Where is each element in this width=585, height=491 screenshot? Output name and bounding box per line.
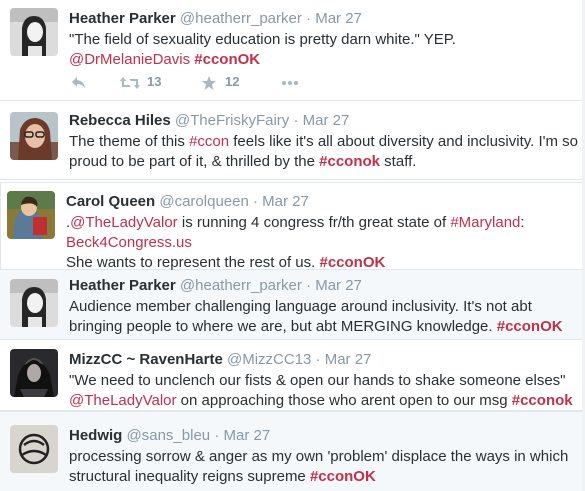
separator: · [315, 351, 321, 368]
mention-link[interactable]: @TheLadyValor [69, 392, 177, 409]
author-name[interactable]: Heather Parker [69, 10, 176, 27]
author-name[interactable]: Heather Parker [69, 277, 176, 294]
hashtag-link[interactable]: #cconok [512, 392, 573, 409]
star-icon [202, 76, 216, 90]
author-name[interactable]: Carol Queen [66, 193, 155, 210]
favorite-count: 12 [225, 74, 240, 89]
tweet-6[interactable]: Hedwig @sans_bleu · Mar 27 processing so… [0, 411, 585, 491]
tweet-5[interactable]: MizzCC ~ RavenHarte @MizzCC13 · Mar 27 "… [0, 340, 585, 411]
tweet-text: Audience member challenging language aro… [69, 297, 579, 337]
retweet-icon [120, 77, 140, 89]
author-name[interactable]: Rebecca Hiles [69, 112, 171, 129]
hashtag-link[interactable]: #cconOK [319, 254, 385, 271]
hashtag-link[interactable]: #Maryland [450, 214, 520, 231]
timestamp[interactable]: Mar 27 [325, 351, 372, 368]
tweet-text-segment: is running 4 congress fr/th great state … [177, 214, 451, 231]
hashtag-link[interactable]: #cconOK [310, 468, 376, 485]
tweet-text-segment: "We need to unclench our fists & open ou… [69, 372, 566, 389]
tweet-text-segment: She wants to represent the rest of us. [66, 254, 320, 271]
tweet-text-segment: "The field of sexuality education is pre… [69, 31, 456, 48]
tweet-text: "We need to unclench our fists & open ou… [69, 371, 579, 411]
tweet-text-segment: : [520, 214, 525, 231]
avatar-heather[interactable] [10, 8, 58, 56]
more-icon [282, 81, 298, 85]
author-handle[interactable]: @sans_bleu [127, 427, 211, 444]
timestamp[interactable]: Mar 27 [303, 112, 350, 129]
tweet-text: processing sorrow & anger as my own 'pro… [69, 447, 579, 487]
tweet-text: .@TheLadyValor is running 4 congress fr/… [66, 213, 578, 273]
avatar-carol[interactable] [7, 191, 55, 239]
author-handle[interactable]: @carolqueen [159, 193, 248, 210]
url-link[interactable]: Beck4Congress.us [66, 234, 192, 251]
tweet-text-segment: staff. [380, 153, 417, 170]
tweet-3[interactable]: Carol Queen @carolqueen · Mar 27 .@TheLa… [0, 182, 585, 273]
reply-icon [72, 77, 85, 88]
tweet-text-segment: on approaching those who arent open to o… [176, 392, 512, 409]
tweet-1[interactable]: Heather Parker @heatherr_parker · Mar 27… [0, 0, 585, 101]
avatar-rebecca[interactable] [10, 112, 58, 160]
separator: · [214, 427, 220, 444]
tweet-2[interactable]: Rebecca Hiles @TheFriskyFairy · Mar 27 T… [0, 101, 585, 180]
timestamp[interactable]: Mar 27 [262, 193, 309, 210]
timestamp[interactable]: Mar 27 [315, 10, 362, 27]
author-handle[interactable]: @heatherr_parker [180, 10, 302, 27]
separator: · [252, 193, 258, 210]
avatar-raven[interactable] [10, 349, 58, 397]
hashtag-link[interactable]: #cconOK [194, 51, 260, 68]
separator: · [293, 112, 299, 129]
separator: · [306, 10, 312, 27]
avatar-hedwig[interactable] [10, 425, 58, 473]
avatar-heather[interactable] [10, 279, 58, 327]
hashtag-link[interactable]: #ccon [189, 133, 229, 150]
retweet-count: 13 [147, 74, 162, 89]
tweet-text-segment: The theme of this [69, 133, 190, 150]
author-name[interactable]: Hedwig [69, 427, 122, 444]
timestamp[interactable]: Mar 27 [315, 277, 362, 294]
tweet-text-segment: Audience member challenging language aro… [69, 298, 532, 335]
tweet-4[interactable]: Heather Parker @heatherr_parker · Mar 27… [0, 270, 585, 340]
hashtag-link[interactable]: #cconOK [497, 318, 563, 335]
author-handle[interactable]: @TheFriskyFairy [175, 112, 289, 129]
tweet-text: The theme of this #ccon feels like it's … [69, 132, 579, 172]
author-handle[interactable]: @heatherr_parker [180, 277, 302, 294]
separator: · [306, 277, 312, 294]
author-handle[interactable]: @MizzCC13 [227, 351, 311, 368]
timestamp[interactable]: Mar 27 [223, 427, 270, 444]
mention-link[interactable]: @TheLadyValor [70, 214, 178, 231]
hashtag-link[interactable]: #cconok [319, 153, 380, 170]
mention-link[interactable]: @DrMelanieDavis [69, 51, 190, 68]
author-name[interactable]: MizzCC ~ RavenHarte [69, 351, 223, 368]
tweet-text: "The field of sexuality education is pre… [69, 30, 579, 70]
